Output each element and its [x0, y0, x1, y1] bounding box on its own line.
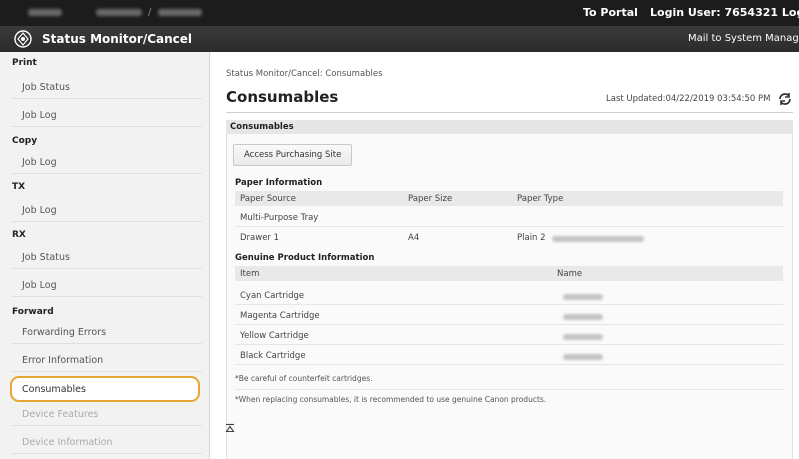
status-monitor-logo-icon: [14, 30, 32, 48]
sidebar-item-forwarding-errors[interactable]: Forwarding Errors: [12, 322, 202, 344]
table-row-cell: Multi-Purpose Tray: [240, 213, 319, 223]
blurred-device-name: [28, 9, 62, 16]
top-bar: / To Portal Login User: 7654321 Log Out: [0, 0, 799, 26]
access-purchasing-site-button[interactable]: Access Purchasing Site: [233, 144, 353, 166]
divider: [226, 112, 793, 113]
sidebar-item-consumables[interactable]: Consumables: [10, 376, 200, 402]
column-header-paper-type: Paper Type: [517, 194, 564, 204]
row-divider: [235, 324, 783, 325]
row-divider: [235, 226, 783, 227]
blurred-address-2: [158, 9, 202, 16]
blurred-cartridge-name: [563, 334, 603, 340]
counterfeit-note: *Be careful of counterfeit cartridges.: [235, 374, 373, 383]
column-header-name: Name: [557, 269, 583, 279]
row-divider: [235, 304, 783, 305]
refresh-icon[interactable]: [777, 91, 793, 107]
sidebar-item-rx-job-log[interactable]: Job Log: [12, 275, 202, 297]
sidebar-item-print-job-log[interactable]: Job Log: [12, 105, 202, 127]
genuine-product-information-title: Genuine Product Information: [235, 253, 375, 263]
sidebar-item-copy-job-log[interactable]: Job Log: [12, 152, 202, 174]
last-updated-text: Last Updated:04/22/2019 03:54:50 PM: [606, 94, 771, 104]
sidebar: Print Job Status Job Log Copy Job Log TX…: [0, 52, 210, 459]
table-row-cell: Black Cartridge: [240, 351, 306, 361]
app-header: Status Monitor/Cancel Mail to System Man…: [0, 26, 799, 52]
blurred-address: [96, 9, 142, 16]
table-row-cell: Drawer 1: [240, 233, 280, 243]
blurred-cartridge-name: [563, 354, 603, 360]
row-divider: [235, 389, 783, 390]
genuine-table-header: [235, 266, 783, 281]
to-portal-link[interactable]: To Portal: [583, 6, 638, 19]
sidebar-section-tx: TX: [12, 182, 26, 192]
row-divider: [235, 364, 783, 365]
column-header-item: Item: [240, 269, 260, 279]
breadcrumb: Status Monitor/Cancel: Consumables: [226, 69, 383, 79]
column-header-paper-source: Paper Source: [240, 194, 296, 204]
sidebar-section-print: Print: [12, 58, 37, 68]
login-user-logout[interactable]: Login User: 7654321 Log Out: [650, 6, 799, 19]
column-header-paper-size: Paper Size: [408, 194, 453, 204]
paper-information-title: Paper Information: [235, 178, 323, 188]
table-row-cell: Plain 2: [517, 233, 546, 243]
sidebar-section-rx: RX: [12, 230, 26, 240]
sidebar-item-device-features[interactable]: Device Features: [12, 404, 202, 426]
table-row-cell: A4: [408, 233, 420, 243]
table-row-cell: Yellow Cartridge: [240, 331, 309, 341]
sidebar-item-device-information[interactable]: Device Information: [12, 432, 202, 454]
genuine-products-note: *When replacing consumables, it is recom…: [235, 395, 547, 404]
blurred-cartridge-name: [563, 294, 603, 300]
sidebar-section-forward: Forward: [12, 307, 54, 317]
sidebar-item-print-job-status[interactable]: Job Status: [12, 77, 202, 99]
sidebar-item-tx-job-log[interactable]: Job Log: [12, 200, 202, 222]
page-title: Consumables: [226, 88, 339, 106]
app-title: Status Monitor/Cancel: [42, 32, 193, 46]
table-row-cell: Magenta Cartridge: [240, 311, 320, 321]
mail-to-system-manager-link[interactable]: Mail to System Manager: [688, 33, 799, 44]
paper-table-header: [235, 191, 783, 206]
main-content: Status Monitor/Cancel: Consumables Consu…: [210, 52, 799, 459]
consumables-panel-header: Consumables: [226, 120, 793, 134]
blurred-cartridge-name: [563, 314, 603, 320]
table-row-cell: Cyan Cartridge: [240, 291, 305, 301]
back-to-top-icon[interactable]: [225, 423, 235, 433]
row-divider: [235, 344, 783, 345]
separator: /: [148, 7, 152, 18]
sidebar-section-copy: Copy: [12, 136, 38, 146]
sidebar-item-error-information[interactable]: Error Information: [12, 350, 202, 372]
sidebar-item-rx-job-status[interactable]: Job Status: [12, 247, 202, 269]
blurred-paper-weight: [552, 236, 644, 242]
